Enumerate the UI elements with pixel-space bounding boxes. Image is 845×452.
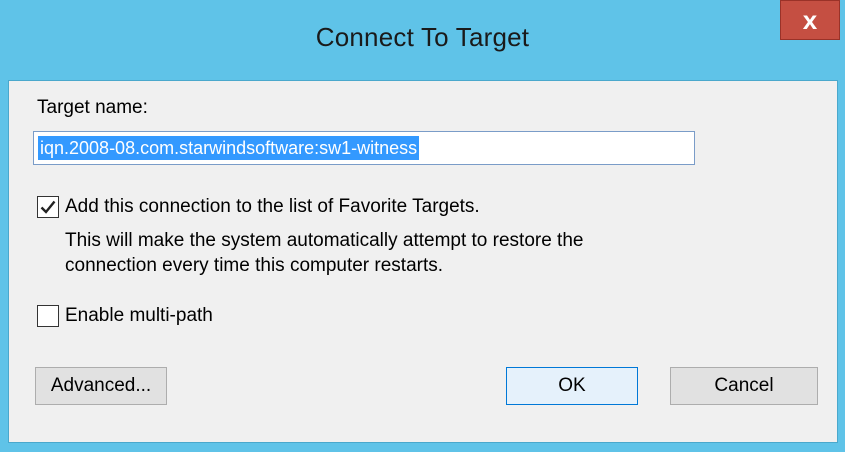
target-name-selected-text: iqn.2008-08.com.starwindsoftware:sw1-wit… <box>38 136 420 160</box>
close-button[interactable]: x <box>780 0 840 40</box>
title-bar[interactable]: Connect To Target x <box>0 0 845 80</box>
advanced-button[interactable]: Advanced... <box>35 367 167 405</box>
close-icon: x <box>802 4 818 35</box>
favorite-targets-label[interactable]: Add this connection to the list of Favor… <box>65 196 480 218</box>
ok-button[interactable]: OK <box>506 367 638 405</box>
cancel-button[interactable]: Cancel <box>670 367 818 405</box>
target-name-input[interactable]: iqn.2008-08.com.starwindsoftware:sw1-wit… <box>33 131 695 165</box>
favorite-targets-description-line1: This will make the system automatically … <box>65 230 584 251</box>
favorite-targets-checkbox[interactable] <box>37 196 59 218</box>
target-name-label: Target name: <box>37 97 148 118</box>
favorite-targets-description-line2: connection every time this computer rest… <box>65 255 444 276</box>
multi-path-label[interactable]: Enable multi-path <box>65 305 213 327</box>
checkmark-icon <box>40 200 56 214</box>
multi-path-checkbox[interactable] <box>37 305 59 327</box>
dialog-title: Connect To Target <box>315 22 530 52</box>
dialog-window: Connect To Target x Target name: iqn.200… <box>0 0 845 452</box>
dialog-body: Target name: iqn.2008-08.com.starwindsof… <box>8 80 838 443</box>
